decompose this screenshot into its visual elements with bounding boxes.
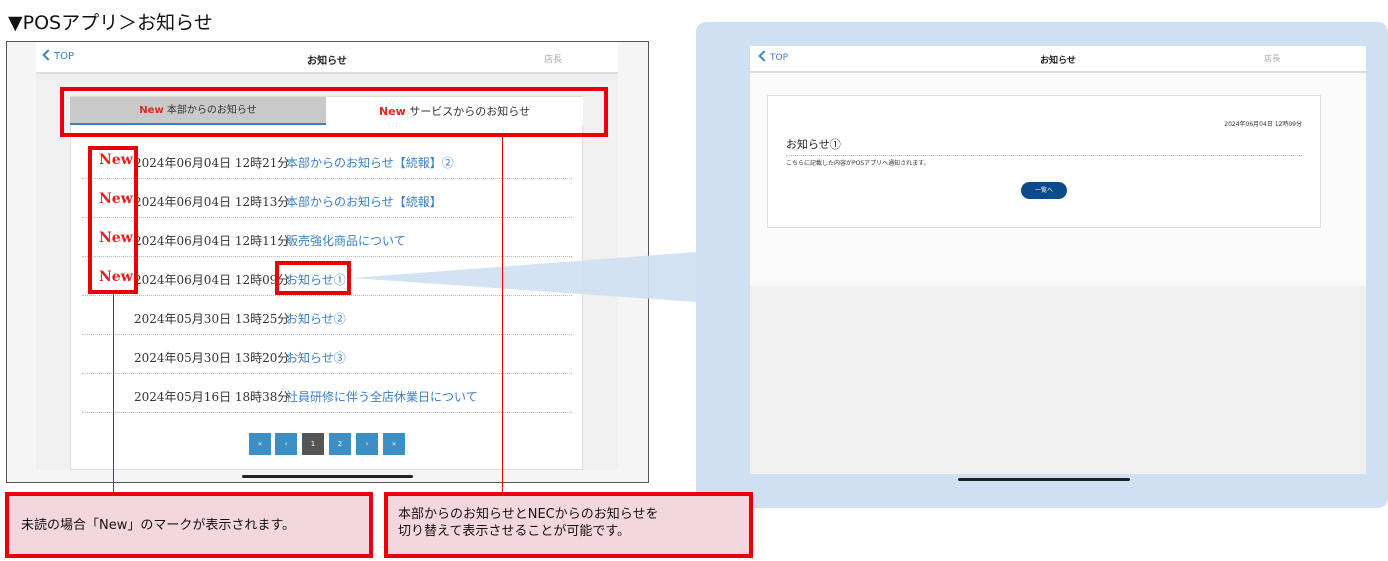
notice-row[interactable]: 2024年05月30日 13時25分 お知らせ② [82, 296, 572, 335]
callout-text: 未読の場合「New」のマークが表示されます。 [21, 518, 296, 533]
page-first-button[interactable]: « [249, 433, 271, 455]
list-nav-bar: TOP お知らせ 店長 [36, 42, 618, 74]
page-next-button[interactable]: › [356, 433, 378, 455]
notice-date: 2024年05月30日 13時25分 [134, 312, 290, 326]
nav-title: お知らせ [307, 56, 347, 67]
notice-date: 2024年06月04日 12時13分 [134, 195, 290, 209]
notice-title-link[interactable]: 社員研修に伴う全店休業日について [286, 388, 478, 405]
detail-body: こちらに記載した内容がPOSアプリへ通知されます。 [786, 160, 930, 167]
new-mark-callout: 未読の場合「New」のマークが表示されます。 [5, 492, 373, 558]
callout-text-line2: 切り替えて表示させることが可能です。 [398, 524, 631, 539]
notice-row[interactable]: New 2024年06月04日 12時13分 本部からのお知らせ【続報】 [82, 179, 572, 218]
new-mark-highlight-box [88, 146, 138, 294]
page-prev-button[interactable]: ‹ [275, 433, 297, 455]
callout-text-line1: 本部からのお知らせとNECからのお知らせを [398, 507, 659, 522]
tabs-highlight-box [60, 87, 608, 137]
tabs-callout-line [502, 137, 503, 492]
user-role: 店長 [1264, 54, 1280, 63]
new-callout-line [113, 294, 114, 492]
notice-title-link[interactable]: 本部からのお知らせ【続報】 [286, 193, 442, 210]
user-role: 店長 [543, 55, 562, 65]
notice-title-link[interactable]: 本部からのお知らせ【続報】② [286, 154, 454, 171]
detail-divider [786, 155, 1302, 156]
notice-row[interactable]: New 2024年06月04日 12時21分 本部からのお知らせ【続報】② [82, 140, 572, 179]
notice-row[interactable]: 2024年05月30日 13時20分 お知らせ③ [82, 335, 572, 374]
notice-title-link[interactable]: 販売強化商品について [286, 232, 406, 249]
notice-date: 2024年06月04日 12時09分 [134, 273, 290, 287]
page-1-button[interactable]: 1 [302, 433, 324, 455]
home-indicator [242, 475, 413, 478]
page-title: ▼POSアプリ＞お知らせ [8, 12, 213, 34]
detail-title: お知らせ① [786, 138, 841, 151]
notice-row[interactable]: 2024年05月16日 18時38分 社員研修に伴う全店休業日について [82, 374, 572, 413]
notice-title-highlight-box [275, 261, 351, 295]
notice-title-link[interactable]: お知らせ② [286, 310, 346, 327]
detail-date: 2024年06月04日 12時09分 [1224, 121, 1302, 128]
page-last-button[interactable]: » [383, 433, 405, 455]
tabs-callout: 本部からのお知らせとNECからのお知らせを 切り替えて表示させることが可能です。 [384, 492, 753, 558]
detail-nav-bar: TOP お知らせ 店長 [750, 46, 1366, 73]
notice-date: 2024年05月30日 13時20分 [134, 351, 290, 365]
back-to-list-button[interactable]: 一覧へ [1021, 182, 1067, 199]
page-2-button[interactable]: 2 [329, 433, 351, 455]
notice-date: 2024年06月04日 12時21分 [134, 156, 290, 170]
notice-date: 2024年05月16日 18時38分 [134, 390, 290, 404]
notice-date: 2024年06月04日 12時11分 [134, 234, 290, 248]
notice-title-link[interactable]: お知らせ③ [286, 349, 346, 366]
notice-row[interactable]: New 2024年06月04日 12時11分 販売強化商品について [82, 218, 572, 257]
home-indicator [958, 478, 1130, 481]
